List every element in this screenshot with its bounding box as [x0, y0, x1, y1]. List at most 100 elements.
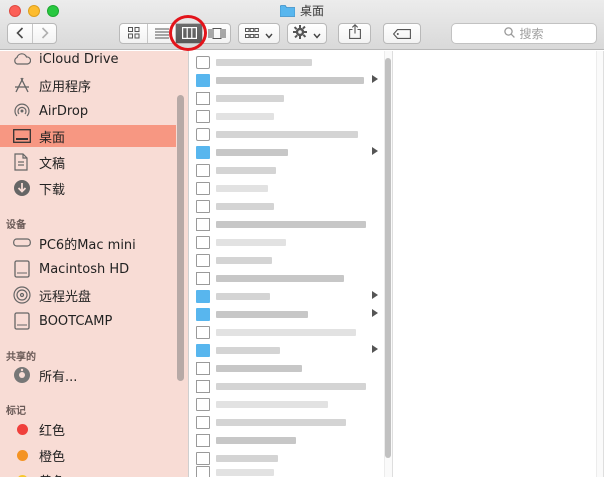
- file-row[interactable]: [196, 380, 380, 393]
- file-row[interactable]: [196, 466, 380, 477]
- sidebar-item-tag-yellow[interactable]: 黄色: [0, 469, 176, 477]
- file-row[interactable]: [196, 434, 380, 447]
- search-field[interactable]: 搜索: [451, 23, 597, 44]
- file-row[interactable]: [196, 452, 380, 465]
- document-icon: [196, 380, 210, 393]
- back-button[interactable]: [8, 24, 32, 43]
- file-row[interactable]: [196, 218, 380, 231]
- sidebar-item-remote-disc[interactable]: 远程光盘: [0, 284, 176, 306]
- folder-icon: [196, 308, 210, 321]
- sidebar-item-mac-mini[interactable]: PC6的Mac mini: [0, 232, 176, 254]
- search-placeholder: 搜索: [519, 27, 544, 41]
- sidebar-item-label: PC6的Mac mini: [39, 237, 136, 253]
- column-divider[interactable]: [392, 51, 393, 477]
- chevron-left-icon: [16, 24, 24, 43]
- file-row[interactable]: [196, 416, 380, 429]
- file-row[interactable]: [196, 254, 380, 267]
- forward-button[interactable]: [32, 24, 56, 43]
- cloud-icon: [12, 51, 32, 68]
- folder-row[interactable]: [196, 74, 380, 87]
- sidebar-scrollbar[interactable]: [177, 95, 184, 381]
- blurred-filename: [216, 95, 284, 102]
- tag-icon: [392, 24, 411, 43]
- file-row[interactable]: [196, 110, 380, 123]
- file-row[interactable]: [196, 398, 380, 411]
- blurred-filename: [216, 59, 312, 66]
- sidebar-item-tag-orange[interactable]: 橙色: [0, 444, 176, 466]
- sidebar-section-tags: 标记: [6, 406, 26, 417]
- window-title: 桌面: [0, 2, 604, 19]
- blurred-filename: [216, 383, 366, 390]
- sidebar: iCloud Drive 应用程序 AirDrop 桌面 文稿 下载 设备 PC…: [0, 51, 189, 477]
- document-icon: [196, 362, 210, 375]
- downloads-icon: [12, 179, 32, 197]
- disclosure-arrow-icon: [372, 147, 378, 155]
- disclosure-arrow-icon: [372, 75, 378, 83]
- sidebar-item-macintosh-hd[interactable]: Macintosh HD: [0, 258, 176, 280]
- folder-row[interactable]: [196, 344, 380, 357]
- file-row[interactable]: [196, 128, 380, 141]
- computer-icon: [12, 234, 32, 252]
- document-icon: [196, 452, 210, 465]
- list-icon: [154, 24, 169, 43]
- file-row[interactable]: [196, 164, 380, 177]
- highlight-circle: [169, 15, 207, 51]
- file-row[interactable]: [196, 326, 380, 339]
- arrange-grid-icon: [245, 24, 259, 43]
- blurred-filename: [216, 365, 302, 372]
- action-menu-button[interactable]: [287, 23, 327, 44]
- sidebar-item-label: 橙色: [39, 449, 66, 465]
- blurred-filename: [216, 311, 308, 318]
- document-icon: [196, 128, 210, 141]
- sidebar-item-icloud-drive[interactable]: iCloud Drive: [0, 51, 176, 70]
- sidebar-item-all-shared[interactable]: 所有...: [0, 364, 176, 386]
- folder-row[interactable]: [196, 146, 380, 159]
- folder-icon: [196, 74, 210, 87]
- hard-drive-icon: [12, 312, 32, 330]
- blurred-filename: [216, 131, 358, 138]
- sidebar-item-label: BOOTCAMP: [39, 313, 113, 329]
- file-row[interactable]: [196, 272, 380, 285]
- folder-row[interactable]: [196, 290, 380, 303]
- file-row[interactable]: [196, 56, 380, 69]
- sidebar-item-documents[interactable]: 文稿: [0, 151, 176, 173]
- sidebar-item-tag-red[interactable]: 红色: [0, 418, 176, 440]
- sidebar-item-desktop[interactable]: 桌面: [0, 125, 176, 147]
- file-row[interactable]: [196, 236, 380, 249]
- gear-icon: [293, 24, 307, 43]
- blurred-filename: [216, 455, 278, 462]
- sidebar-item-label: 红色: [39, 423, 66, 439]
- group-by-button[interactable]: [238, 23, 280, 44]
- sidebar-item-downloads[interactable]: 下载: [0, 177, 176, 199]
- blurred-filename: [216, 275, 344, 282]
- chevron-down-icon: [313, 24, 321, 43]
- document-icon: [196, 200, 210, 213]
- sidebar-item-applications[interactable]: 应用程序: [0, 74, 176, 96]
- file-row[interactable]: [196, 92, 380, 105]
- sidebar-item-label: 下载: [39, 182, 66, 198]
- document-icon: [196, 434, 210, 447]
- edit-tags-button[interactable]: [383, 23, 421, 44]
- icon-view-button[interactable]: [120, 24, 147, 43]
- file-row[interactable]: [196, 362, 380, 375]
- document-icon: [196, 236, 210, 249]
- sidebar-item-airdrop[interactable]: AirDrop: [0, 100, 176, 122]
- folder-row[interactable]: [196, 308, 380, 321]
- share-button[interactable]: [338, 23, 371, 44]
- sidebar-item-label: 所有...: [39, 369, 78, 385]
- file-row[interactable]: [196, 200, 380, 213]
- column-scrollbar-thumb[interactable]: [385, 58, 391, 458]
- cover-flow-icon: [208, 24, 226, 43]
- yellow-tag-icon: [12, 471, 32, 477]
- blurred-filename: [216, 347, 280, 354]
- sidebar-item-label: 远程光盘: [39, 289, 92, 305]
- disclosure-arrow-icon: [372, 309, 378, 317]
- file-row[interactable]: [196, 182, 380, 195]
- sidebar-item-label: Macintosh HD: [39, 261, 130, 277]
- blurred-filename: [216, 221, 366, 228]
- share-icon: [348, 24, 361, 43]
- blurred-filename: [216, 185, 268, 192]
- sidebar-item-bootcamp[interactable]: BOOTCAMP: [0, 310, 176, 332]
- blurred-filename: [216, 77, 364, 84]
- document-icon: [196, 466, 210, 477]
